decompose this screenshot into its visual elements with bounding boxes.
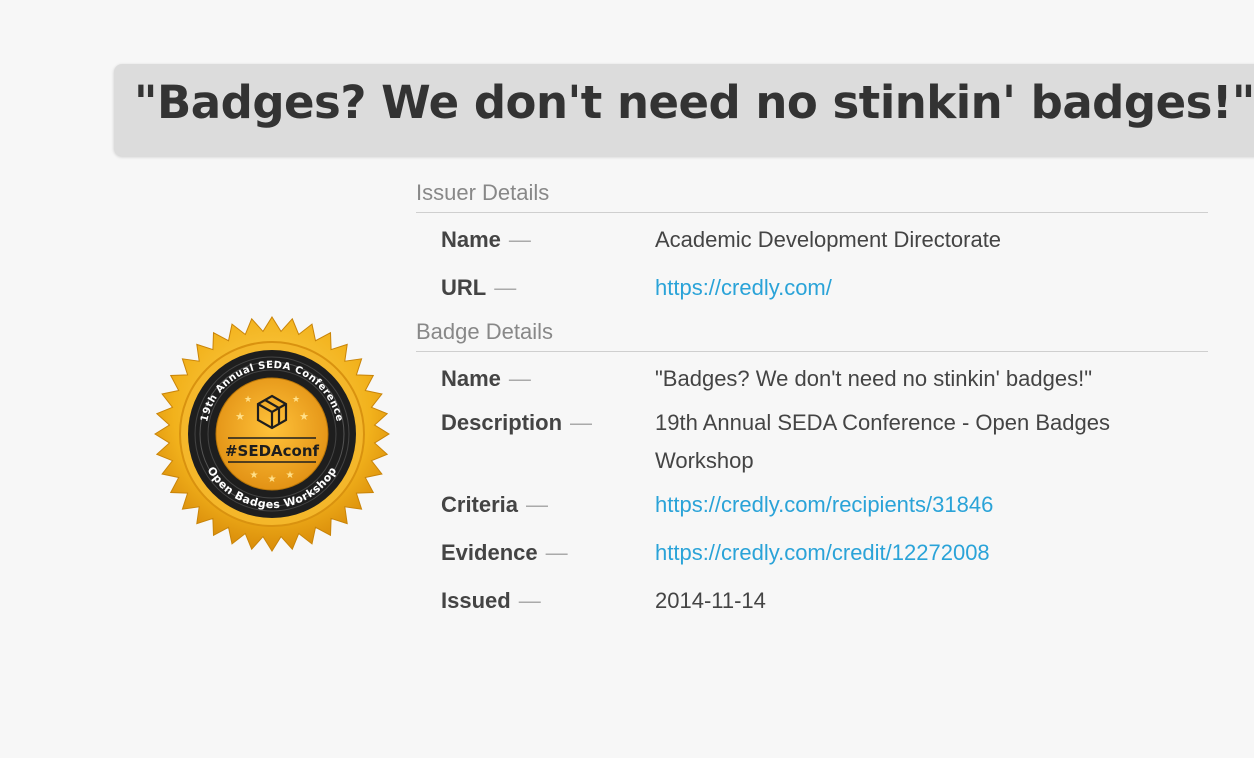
badge-criteria-label: Criteria xyxy=(441,492,519,517)
badge-name-label: Name xyxy=(441,366,501,391)
badge-criteria-link[interactable]: https://credly.com/recipients/31846 xyxy=(655,486,1208,524)
dash-separator: — xyxy=(508,227,531,252)
badge-name-row: Name — "Badges? We don't need no stinkin'… xyxy=(416,360,1208,398)
badge-description-value: 19th Annual SEDA Conference - Open Badge… xyxy=(655,410,1110,473)
svg-text:★: ★ xyxy=(235,410,245,423)
badge-title-bar: "Badges? We don't need no stinkin' badge… xyxy=(114,64,1254,156)
svg-text:★: ★ xyxy=(286,470,295,481)
badge-description-row: Description — 19th Annual SEDA Conference… xyxy=(416,404,1208,480)
badge-name-value: "Badges? We don't need no stinkin' badge… xyxy=(655,366,1093,391)
badge-details-panel: Issuer Details Name — Academic Developmen… xyxy=(416,180,1208,620)
svg-text:★: ★ xyxy=(292,395,300,405)
issuer-details-header: Issuer Details xyxy=(416,180,1208,213)
badge-image: 19th Annual SEDA Conference Open Badges … xyxy=(154,316,390,552)
badge-description-label: Description xyxy=(441,410,563,435)
issuer-name-value: Academic Development Directorate xyxy=(655,227,1002,252)
seda-badge-icon: 19th Annual SEDA Conference Open Badges … xyxy=(154,316,390,552)
badge-issued-label: Issued xyxy=(441,588,511,613)
dash-separator: — xyxy=(570,410,593,435)
dash-separator: — xyxy=(518,588,541,613)
dash-separator: — xyxy=(526,492,549,517)
issuer-name-row: Name — Academic Development Directorate xyxy=(416,221,1208,259)
svg-text:★: ★ xyxy=(244,395,252,405)
issuer-name-label: Name xyxy=(441,227,501,252)
badge-center-text: #SEDAconf xyxy=(225,442,320,460)
svg-text:★: ★ xyxy=(268,474,277,485)
badge-evidence-row: Evidence — https://credly.com/credit/1227… xyxy=(416,534,1208,572)
dash-separator: — xyxy=(545,540,568,565)
badge-criteria-row: Criteria — https://credly.com/recipients/… xyxy=(416,486,1208,524)
badge-details-header: Badge Details xyxy=(416,319,1208,352)
issuer-url-row: URL — https://credly.com/ xyxy=(416,269,1208,307)
badge-issued-value: 2014-11-14 xyxy=(655,588,766,613)
svg-text:★: ★ xyxy=(299,410,309,423)
dash-separator: — xyxy=(508,366,531,391)
badge-evidence-label: Evidence xyxy=(441,540,538,565)
page-title: "Badges? We don't need no stinkin' badge… xyxy=(134,76,1254,129)
dash-separator: — xyxy=(494,275,517,300)
badge-evidence-link[interactable]: https://credly.com/credit/12272008 xyxy=(655,534,1208,572)
issuer-url-link[interactable]: https://credly.com/ xyxy=(655,269,1208,307)
issuer-url-label: URL xyxy=(441,275,487,300)
badge-issued-row: Issued — 2014-11-14 xyxy=(416,582,1208,620)
svg-text:★: ★ xyxy=(250,470,259,481)
